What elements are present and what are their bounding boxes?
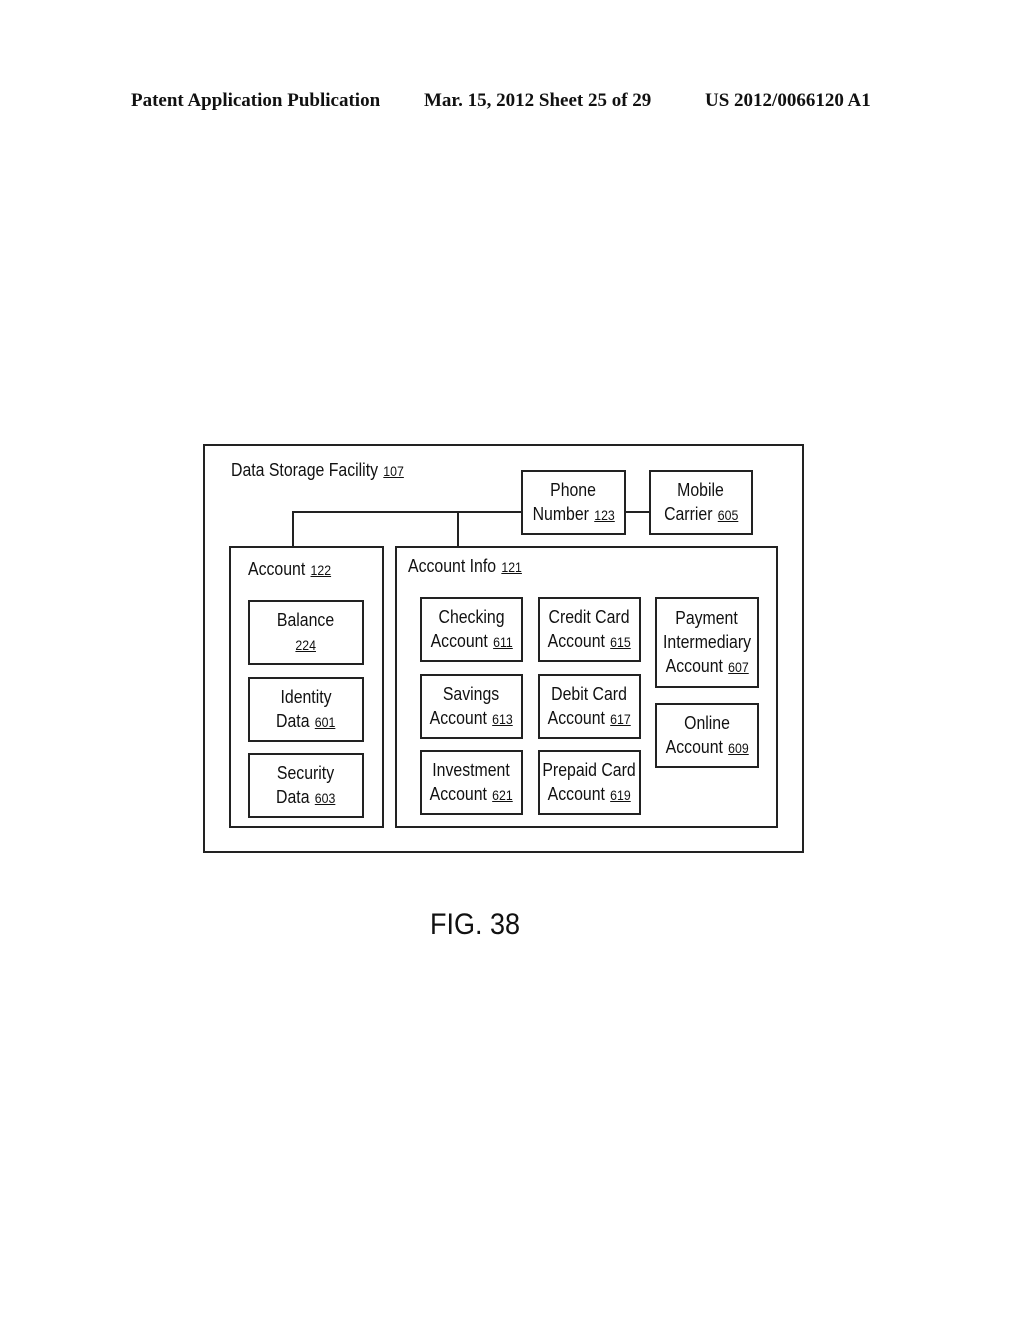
connector-line [292,511,522,513]
debit-card-account-box: Debit Card Account 617 [538,674,641,739]
investment-account-box: Investment Account 621 [420,750,523,815]
payment-intermediary-account-box: Payment Intermediary Account 607 [655,597,759,688]
account-label: Account 122 [248,559,332,579]
credit-card-account-box: Credit Card Account 615 [538,597,641,662]
connector-line [457,511,459,547]
online-account-box: Online Account 609 [655,703,759,768]
security-data-box: Security Data 603 [248,753,364,818]
data-storage-facility-label: Data Storage Facility 107 [231,460,404,480]
phone-number-box: Phone Number 123 [521,470,626,535]
connector-line [292,511,294,547]
savings-account-box: Savings Account 613 [420,674,523,739]
identity-data-box: Identity Data 601 [248,677,364,742]
balance-box: Balance 224 [248,600,364,665]
publication-number: US 2012/0066120 A1 [705,90,871,111]
account-info-label: Account Info 121 [408,556,522,576]
publication-date-sheet: Mar. 15, 2012 Sheet 25 of 29 [424,90,652,111]
connector-line [625,511,650,513]
checking-account-box: Checking Account 611 [420,597,523,662]
publication-type: Patent Application Publication [131,90,381,111]
prepaid-card-account-box: Prepaid Card Account 619 [538,750,641,815]
mobile-carrier-box: Mobile Carrier 605 [649,470,753,535]
figure-label: FIG. 38 [430,908,521,941]
